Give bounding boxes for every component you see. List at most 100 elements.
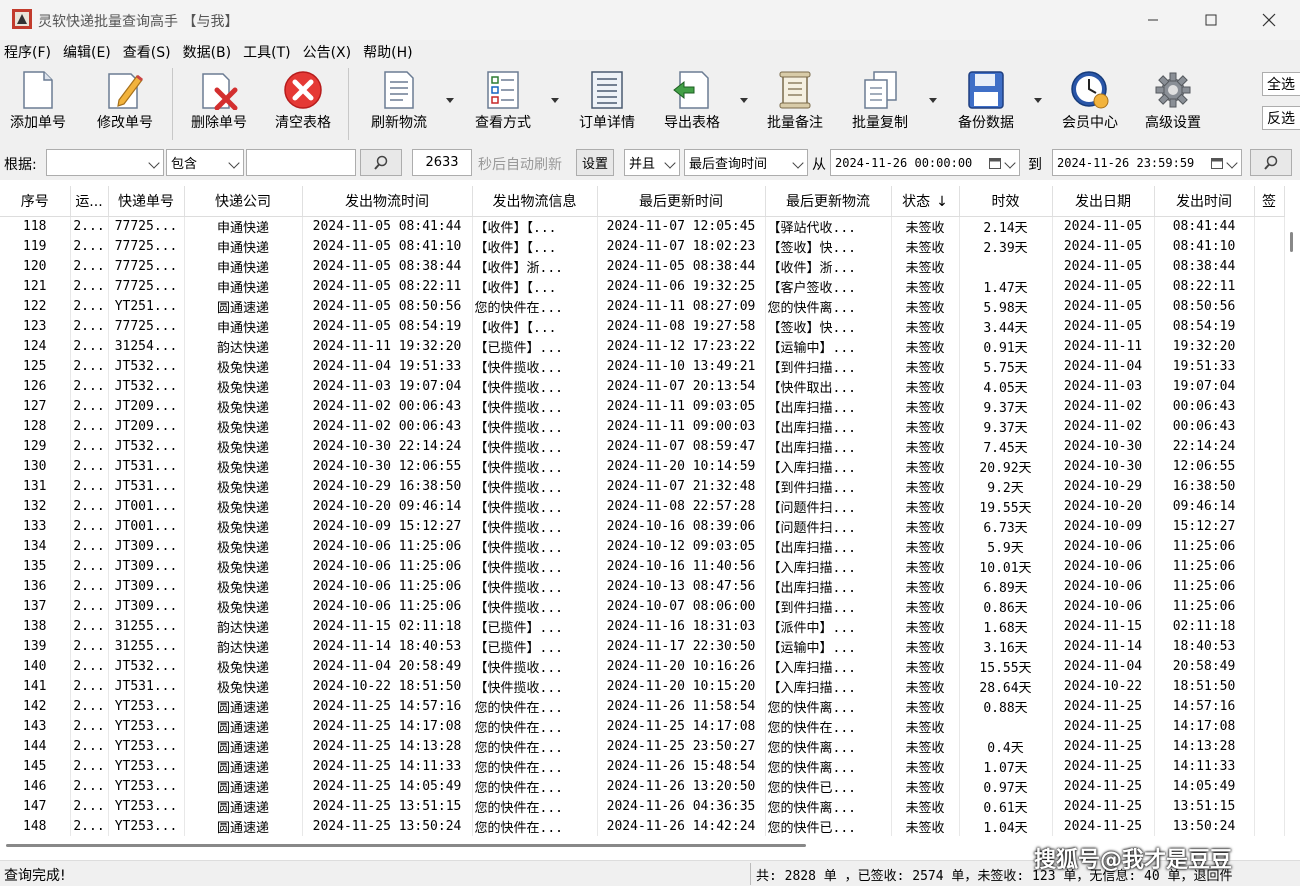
- maximize-button[interactable]: [1182, 0, 1240, 40]
- menu-view[interactable]: 查看(S): [123, 42, 171, 62]
- column-header[interactable]: 快递公司: [184, 186, 303, 217]
- table-row[interactable]: 138 2... 31255... 韵达快递 2024-11-15 02:11:18 【已…: [0, 616, 1285, 636]
- close-window-button[interactable]: [1240, 0, 1298, 40]
- column-header[interactable]: 最后更新时间: [597, 186, 766, 217]
- horizontal-scroll-thumb[interactable]: [6, 844, 806, 847]
- minimize-button[interactable]: [1124, 0, 1182, 40]
- table-row[interactable]: 142 2... YT253... 圆通速递 2024-11-25 14:57:16 您的…: [0, 696, 1285, 716]
- keyword-input[interactable]: [246, 149, 356, 176]
- menu-program[interactable]: 程序(F): [4, 42, 51, 62]
- order-detail-button[interactable]: 订单详情: [574, 70, 640, 140]
- column-header[interactable]: 发出日期: [1052, 186, 1155, 217]
- select-all-button[interactable]: 全选: [1262, 72, 1300, 96]
- vertical-scrollbar[interactable]: [1288, 186, 1300, 836]
- refresh-dropdown-arrow[interactable]: [446, 98, 454, 103]
- table-row[interactable]: 148 2... YT253... 圆通速递 2024-11-25 13:50:24 您的…: [0, 816, 1285, 836]
- table-cell: 4.05天: [959, 376, 1053, 396]
- column-header[interactable]: 快递单号: [108, 186, 185, 217]
- table-row[interactable]: 118 2... 77725... 申通快递 2024-11-05 08:41:44 【收…: [0, 216, 1285, 236]
- edit-order-button[interactable]: 修改单号: [92, 70, 158, 140]
- table-row[interactable]: 145 2... YT253... 圆通速递 2024-11-25 14:11:33 您的…: [0, 756, 1285, 776]
- column-header[interactable]: 发出时间: [1154, 186, 1255, 217]
- from-datetime-picker[interactable]: 2024-11-26 00:00:00: [830, 149, 1020, 176]
- table-row[interactable]: 139 2... 31255... 韵达快递 2024-11-14 18:40:53 【已…: [0, 636, 1285, 656]
- menu-help[interactable]: 帮助(H): [363, 42, 412, 62]
- refresh-settings-button[interactable]: 设置: [576, 149, 614, 176]
- menu-tools[interactable]: 工具(T): [243, 42, 290, 62]
- column-header[interactable]: 序号: [0, 186, 71, 217]
- table-row[interactable]: 127 2... JT209... 极兔快递 2024-11-02 00:06:43 【快…: [0, 396, 1285, 416]
- backup-dropdown-arrow[interactable]: [1034, 98, 1042, 103]
- table-cell: 2024-10-06: [1052, 576, 1155, 596]
- table-cell: 2...: [70, 676, 109, 696]
- view-mode-dropdown-arrow[interactable]: [551, 98, 559, 103]
- table-cell: 2024-10-06 11:25:06: [302, 556, 473, 576]
- table-row[interactable]: 120 2... 77725... 申通快递 2024-11-05 08:38:44 【收…: [0, 256, 1285, 276]
- table-row[interactable]: 119 2... 77725... 申通快递 2024-11-05 08:41:10 【收…: [0, 236, 1285, 256]
- table-row[interactable]: 134 2... JT309... 极兔快递 2024-10-06 11:25:06 【快…: [0, 536, 1285, 556]
- table-row[interactable]: 144 2... YT253... 圆通速递 2024-11-25 14:13:28 您的…: [0, 736, 1285, 756]
- export-table-button[interactable]: 导出表格: [658, 70, 726, 140]
- column-header[interactable]: 时效: [959, 186, 1053, 217]
- column-header[interactable]: 状态 ↓: [891, 186, 960, 217]
- export-dropdown-arrow[interactable]: [740, 98, 748, 103]
- add-order-button[interactable]: 添加单号: [6, 70, 70, 140]
- column-header[interactable]: 运...: [70, 186, 109, 217]
- table-row[interactable]: 137 2... JT309... 极兔快递 2024-10-06 11:25:06 【快…: [0, 596, 1285, 616]
- table-row[interactable]: 143 2... YT253... 圆通速递 2024-11-25 14:17:08 您的…: [0, 716, 1285, 736]
- table-row[interactable]: 124 2... 31254... 韵达快递 2024-11-11 19:32:20 【已…: [0, 336, 1285, 356]
- table-row[interactable]: 141 2... JT531... 极兔快递 2024-10-22 18:51:50 【快…: [0, 676, 1285, 696]
- table-row[interactable]: 136 2... JT309... 极兔快递 2024-10-06 11:25:06 【快…: [0, 576, 1285, 596]
- table-row[interactable]: 122 2... YT251... 圆通速递 2024-11-05 08:50:56 您的…: [0, 296, 1285, 316]
- table-row[interactable]: 146 2... YT253... 圆通速递 2024-11-25 14:05:49 您的…: [0, 776, 1285, 796]
- column-header[interactable]: 最后更新物流: [765, 186, 892, 217]
- table-row[interactable]: 128 2... JT209... 极兔快递 2024-11-02 00:06:43 【快…: [0, 416, 1285, 436]
- table-row[interactable]: 140 2... JT532... 极兔快递 2024-11-04 20:58:49 【快…: [0, 656, 1285, 676]
- menu-data[interactable]: 数据(B): [183, 42, 232, 62]
- table-cell: JT209...: [108, 396, 185, 416]
- table-row[interactable]: 121 2... 77725... 申通快递 2024-11-05 08:22:11 【收…: [0, 276, 1285, 296]
- table-row[interactable]: 123 2... 77725... 申通快递 2024-11-05 08:54:19 【收…: [0, 316, 1285, 336]
- refresh-logistics-button[interactable]: 刷新物流: [364, 70, 434, 140]
- table-row[interactable]: 126 2... JT532... 极兔快递 2024-11-03 19:07:04 【快…: [0, 376, 1285, 396]
- basis-select[interactable]: [46, 149, 164, 176]
- delete-order-button[interactable]: 删除单号: [186, 70, 252, 140]
- table-cell: 极兔快递: [184, 456, 303, 476]
- table-cell: 圆通速递: [184, 756, 303, 776]
- batch-copy-button[interactable]: 批量复制: [846, 70, 914, 140]
- table-cell: 10.01天: [959, 556, 1053, 576]
- match-mode-select[interactable]: 包含: [166, 149, 244, 176]
- table-row[interactable]: 125 2... JT532... 极兔快递 2024-11-04 19:51:33 【快…: [0, 356, 1285, 376]
- menu-edit[interactable]: 编辑(E): [63, 42, 111, 62]
- backup-data-button[interactable]: 备份数据: [952, 70, 1020, 140]
- batch-note-button[interactable]: 批量备注: [762, 70, 828, 140]
- table-row[interactable]: 130 2... JT531... 极兔快递 2024-10-30 12:06:55 【快…: [0, 456, 1285, 476]
- member-center-button[interactable]: 会员中心: [1056, 70, 1124, 140]
- invert-selection-button[interactable]: 反选: [1262, 106, 1300, 130]
- column-header[interactable]: 发出物流时间: [302, 186, 473, 217]
- advanced-settings-button[interactable]: 高级设置: [1140, 70, 1206, 140]
- table-row[interactable]: 129 2... JT532... 极兔快递 2024-10-30 22:14:24 【快…: [0, 436, 1285, 456]
- logic-select[interactable]: 并且: [624, 149, 680, 176]
- table-row[interactable]: 132 2... JT001... 极兔快递 2024-10-20 09:46:14 【快…: [0, 496, 1285, 516]
- column-header[interactable]: 发出物流信息: [472, 186, 598, 217]
- copy-dropdown-arrow[interactable]: [929, 98, 937, 103]
- table-cell: 【快件揽收...: [472, 416, 598, 436]
- vertical-scroll-thumb[interactable]: [1290, 232, 1293, 252]
- view-mode-button[interactable]: 查看方式: [470, 70, 536, 140]
- table-cell: 11:25:06: [1154, 576, 1255, 596]
- column-header[interactable]: 签: [1254, 186, 1285, 217]
- refresh-interval-input[interactable]: 2633: [412, 149, 472, 176]
- table-row[interactable]: 147 2... YT253... 圆通速递 2024-11-25 13:51:15 您的…: [0, 796, 1285, 816]
- table-cell: 【收件】【...: [472, 316, 598, 336]
- time-field-select[interactable]: 最后查询时间: [684, 149, 808, 176]
- table-row[interactable]: 133 2... JT001... 极兔快递 2024-10-09 15:12:27 【快…: [0, 516, 1285, 536]
- table-row[interactable]: 131 2... JT531... 极兔快递 2024-10-29 16:38:50 【快…: [0, 476, 1285, 496]
- clear-table-button[interactable]: 清空表格: [270, 70, 336, 140]
- table-row[interactable]: 135 2... JT309... 极兔快递 2024-10-06 11:25:06 【快…: [0, 556, 1285, 576]
- table-cell: 2024-11-05: [1052, 256, 1155, 276]
- date-search-button[interactable]: [1250, 149, 1292, 176]
- menu-notice[interactable]: 公告(X): [303, 42, 352, 62]
- search-button[interactable]: [360, 149, 402, 176]
- to-datetime-picker[interactable]: 2024-11-26 23:59:59: [1052, 149, 1242, 176]
